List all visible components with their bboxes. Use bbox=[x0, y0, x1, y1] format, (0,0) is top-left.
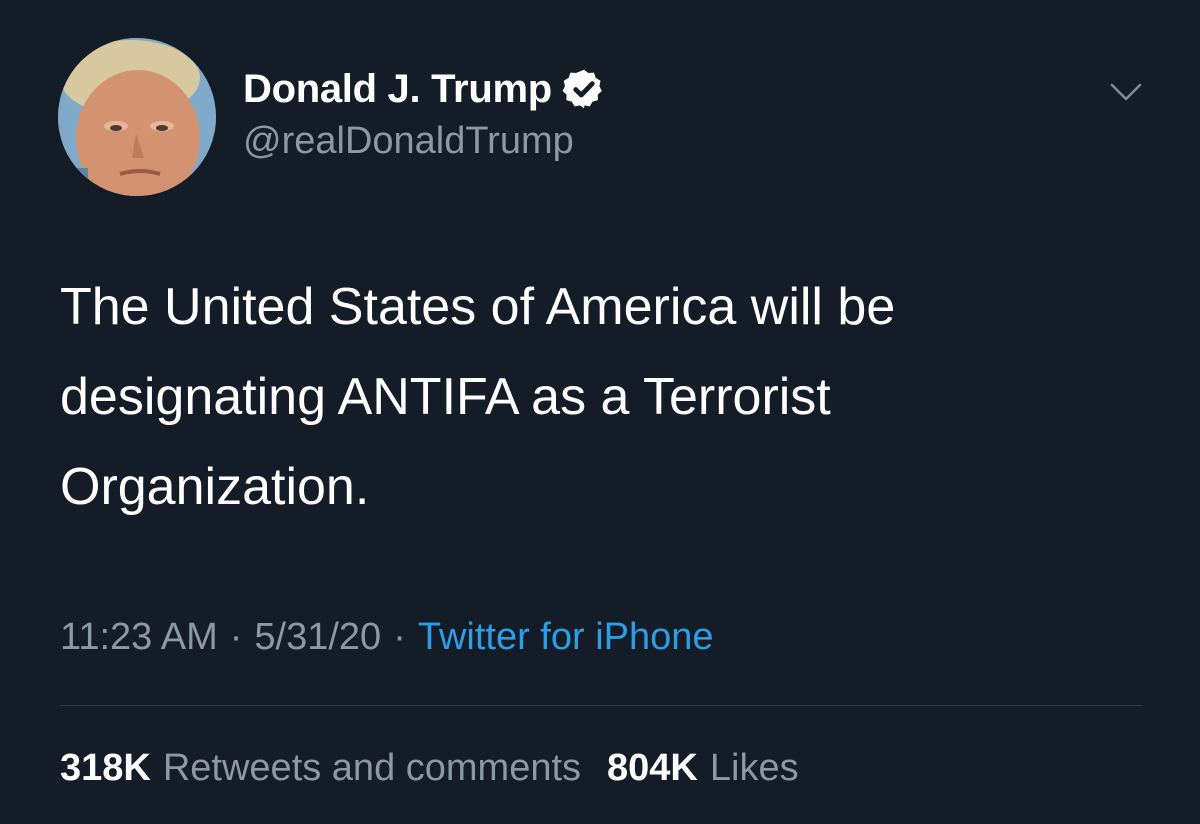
divider bbox=[60, 705, 1142, 706]
meta-separator: · bbox=[229, 615, 243, 658]
tweet-source-link[interactable]: Twitter for iPhone bbox=[418, 616, 714, 659]
tweet-stats: 318K Retweets and comments 804K Likes bbox=[60, 742, 799, 794]
avatar[interactable] bbox=[58, 38, 216, 196]
likes-count[interactable]: 804K bbox=[607, 747, 698, 790]
retweets-label[interactable]: Retweets and comments bbox=[163, 747, 581, 790]
tweet-text: The United States of America will be des… bbox=[60, 262, 1150, 532]
tweet-meta: 11:23 AM · 5/31/20 · Twitter for iPhone bbox=[60, 612, 714, 662]
tweet-date[interactable]: 5/31/20 bbox=[254, 616, 381, 659]
tweet-time[interactable]: 11:23 AM bbox=[60, 616, 218, 659]
author-name[interactable]: Donald J. Trump bbox=[243, 67, 552, 112]
tweet-text-line: designating ANTIFA as a Terrorist bbox=[60, 368, 831, 426]
likes-label[interactable]: Likes bbox=[710, 747, 799, 790]
verified-badge-icon bbox=[562, 69, 602, 109]
chevron-down-icon[interactable] bbox=[1106, 72, 1146, 112]
retweets-count[interactable]: 318K bbox=[60, 747, 151, 790]
author-name-row: Donald J. Trump bbox=[243, 64, 606, 114]
meta-separator: · bbox=[393, 615, 406, 658]
tweet-text-line: The United States of America will be bbox=[60, 278, 896, 336]
tweet-text-line: Organization. bbox=[60, 458, 370, 516]
avatar-image bbox=[58, 38, 216, 196]
author-handle[interactable]: @realDonaldTrump bbox=[243, 120, 574, 163]
tweet-card: Donald J. Trump @realDonaldTrump The Uni… bbox=[0, 0, 1200, 824]
